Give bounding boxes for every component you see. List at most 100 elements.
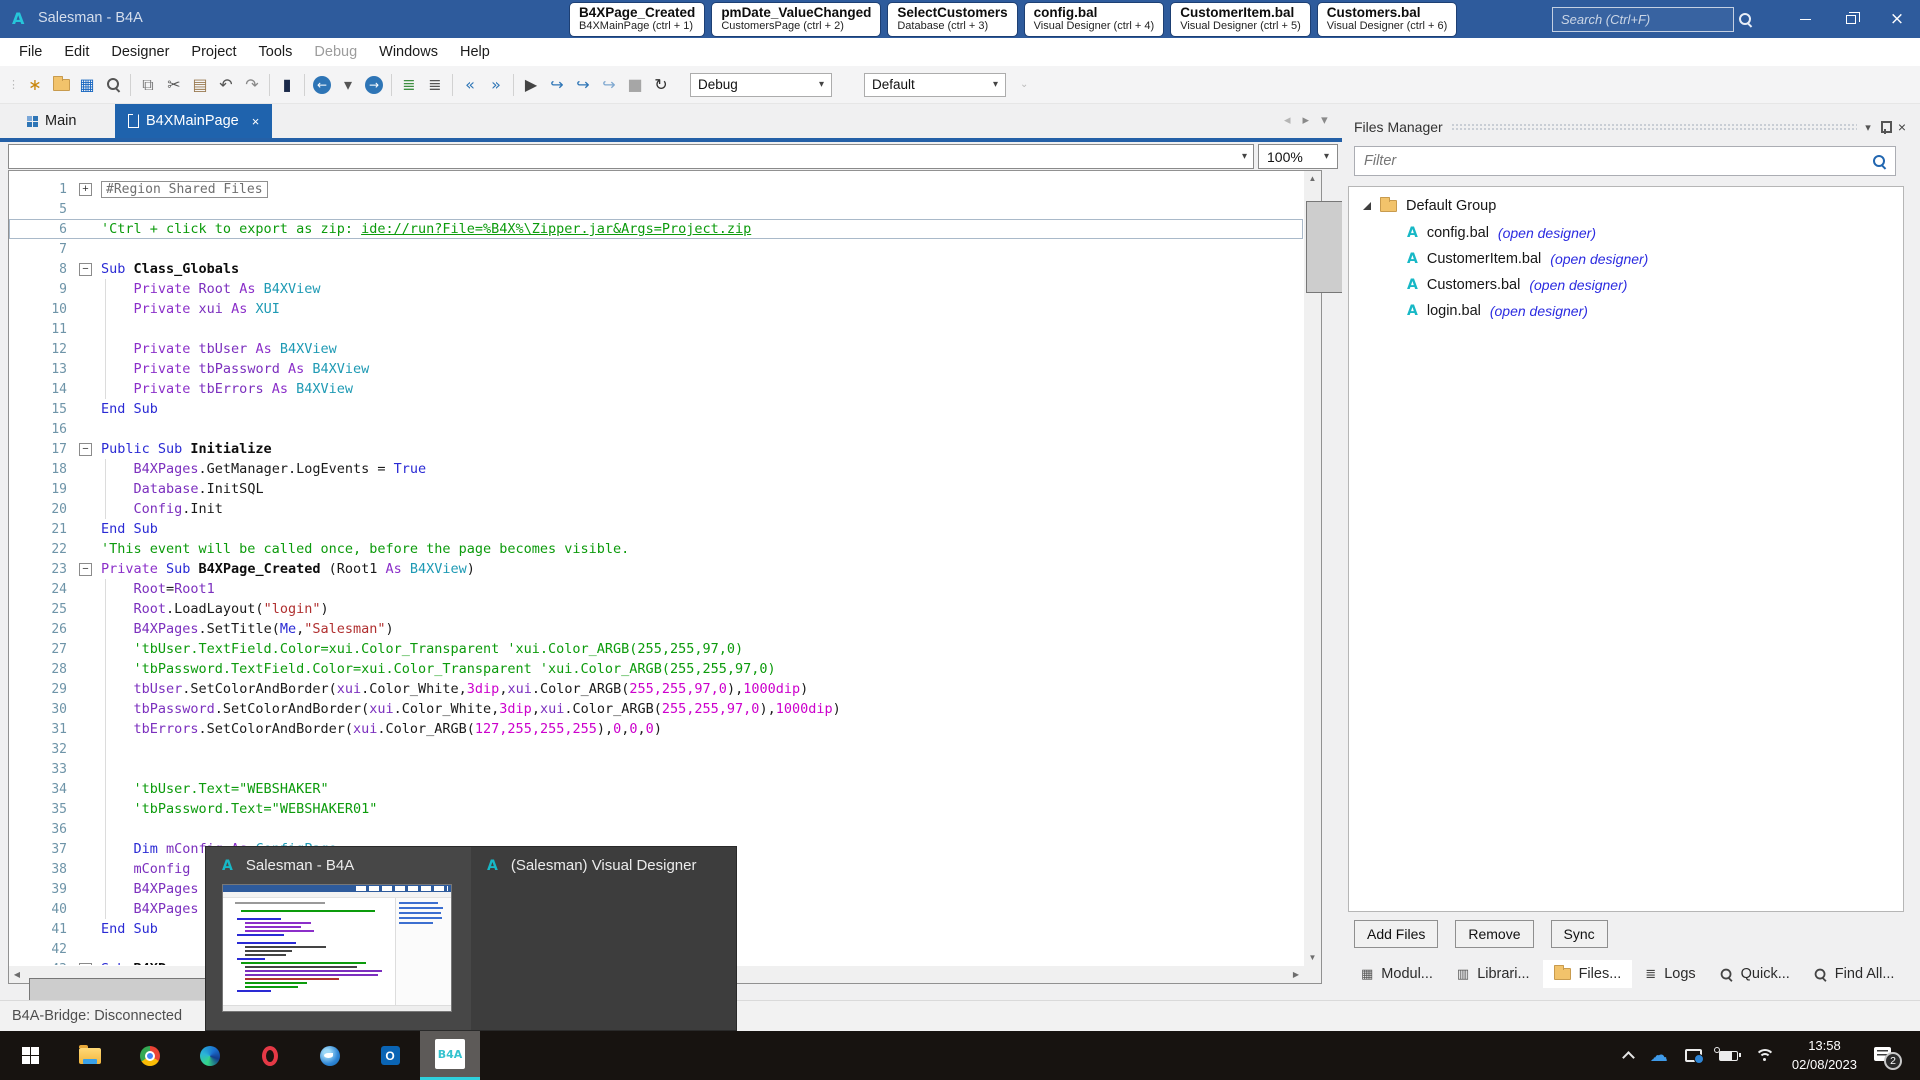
export-zip-link[interactable]: ide://run?File=%B4X%\Zipper.jar&Args=Pro… — [361, 221, 751, 237]
restart-icon[interactable]: ↻ — [648, 72, 674, 98]
filter-input[interactable] — [1364, 153, 1873, 169]
list-icon[interactable]: ≣ — [396, 72, 422, 98]
redo-icon[interactable]: ↷ — [239, 72, 265, 98]
tab-scroll-left-icon[interactable]: ◂ — [1284, 112, 1291, 128]
sync-button[interactable]: Sync — [1551, 920, 1608, 948]
minimize-button[interactable] — [1782, 0, 1828, 38]
clock[interactable]: 13:58 02/08/2023 — [1792, 1037, 1857, 1073]
panel-tab-librari[interactable]: ▥Librari... — [1446, 960, 1541, 988]
debug-mode-combo[interactable]: Debug▾ — [690, 73, 832, 97]
menu-debug[interactable]: Debug — [303, 44, 368, 60]
open-designer-link[interactable]: (open designer) — [1490, 303, 1588, 319]
scroll-left-icon[interactable]: ◀ — [9, 966, 25, 983]
vertical-scrollbar[interactable]: ▲ ▼ — [1304, 171, 1321, 966]
menu-tools[interactable]: Tools — [248, 44, 304, 60]
outdent-icon[interactable]: « — [457, 72, 483, 98]
taskbar-thunderbird-button[interactable] — [300, 1031, 360, 1080]
display-sync-icon[interactable] — [1685, 1049, 1702, 1062]
expand-arrow-icon[interactable] — [1363, 202, 1371, 210]
numlist-icon[interactable]: ≣ — [422, 72, 448, 98]
quick-tab-1[interactable]: B4XPage_CreatedB4XMainPage (ctrl + 1) — [570, 3, 704, 36]
notification-center-icon[interactable]: 2 — [1874, 1047, 1896, 1065]
save-icon[interactable]: ▦ — [74, 72, 100, 98]
menu-windows[interactable]: Windows — [368, 44, 449, 60]
taskbar-opera-button[interactable] — [240, 1031, 300, 1080]
menu-project[interactable]: Project — [180, 44, 247, 60]
file-item-Customers.bal[interactable]: ACustomers.bal(open designer) — [1407, 272, 1897, 298]
preview-pane-1[interactable]: ASalesman - B4A — [206, 847, 471, 1030]
quick-tab-3[interactable]: SelectCustomersDatabase (ctrl + 3) — [888, 3, 1016, 36]
build-config-combo[interactable]: Default▾ — [864, 73, 1006, 97]
open-designer-link[interactable]: (open designer) — [1498, 225, 1596, 241]
open-icon[interactable] — [48, 72, 74, 98]
wifi-icon[interactable] — [1755, 1049, 1775, 1062]
panel-tab-logs[interactable]: ≣Logs — [1634, 960, 1706, 988]
find-icon[interactable] — [100, 72, 126, 98]
search-input[interactable] — [1561, 12, 1739, 27]
chevron-up-icon[interactable] — [1622, 1051, 1635, 1064]
restore-button[interactable] — [1828, 0, 1874, 38]
search-icon[interactable] — [1739, 13, 1752, 26]
open-designer-link[interactable]: (open designer) — [1529, 277, 1627, 293]
back-icon[interactable]: ← — [309, 72, 335, 98]
panel-tab-modul[interactable]: ▦Modul... — [1350, 960, 1444, 988]
tab-scroll-right-icon[interactable]: ▸ — [1303, 112, 1310, 128]
stop-icon[interactable]: ■ — [622, 72, 648, 98]
undo-icon[interactable]: ↶ — [213, 72, 239, 98]
filter-search-icon[interactable] — [1873, 155, 1886, 168]
zoom-combo[interactable]: 100%▾ — [1258, 144, 1338, 169]
member-navigator-combo[interactable]: ▾ — [8, 144, 1254, 169]
panel-close-icon[interactable]: × — [1898, 119, 1906, 135]
file-item-config.bal[interactable]: Aconfig.bal(open designer) — [1407, 220, 1897, 246]
new-icon[interactable]: ∗ — [22, 72, 48, 98]
menu-designer[interactable]: Designer — [100, 44, 180, 60]
panel-tab-quick[interactable]: Quick... — [1709, 960, 1801, 988]
taskbar-start-button[interactable] — [0, 1031, 60, 1080]
cut-icon[interactable]: ✂ — [161, 72, 187, 98]
quick-tab-4[interactable]: config.balVisual Designer (ctrl + 4) — [1025, 3, 1164, 36]
taskbar-b4a-button[interactable]: B4A — [420, 1031, 480, 1080]
quick-tab-6[interactable]: Customers.balVisual Designer (ctrl + 6) — [1318, 3, 1457, 36]
paste-icon[interactable]: ▤ — [187, 72, 213, 98]
preview-pane-2[interactable]: A(Salesman) Visual Designer — [471, 847, 736, 1030]
fold-marker-icon[interactable]: − — [79, 263, 92, 276]
scroll-right-icon[interactable]: ▶ — [1288, 966, 1304, 983]
taskbar-chrome-button[interactable] — [120, 1031, 180, 1080]
window-thumbnail[interactable] — [222, 884, 452, 1012]
step-out-icon[interactable]: ↪ — [596, 72, 622, 98]
fold-marker-icon[interactable]: − — [79, 963, 92, 966]
taskbar-edge-button[interactable] — [180, 1031, 240, 1080]
pin-icon[interactable] — [1879, 120, 1890, 135]
file-item-CustomerItem.bal[interactable]: ACustomerItem.bal(open designer) — [1407, 246, 1897, 272]
bookmark-icon[interactable]: ▮ — [274, 72, 300, 98]
close-button[interactable]: × — [1874, 0, 1920, 38]
menu-edit[interactable]: Edit — [53, 44, 100, 60]
taskbar-outlook-button[interactable]: O — [360, 1031, 420, 1080]
taskbar-explorer-button[interactable] — [60, 1031, 120, 1080]
quick-tab-5[interactable]: CustomerItem.balVisual Designer (ctrl + … — [1171, 3, 1310, 36]
panel-tab-files[interactable]: Files... — [1543, 960, 1633, 988]
scroll-down-icon[interactable]: ▼ — [1304, 950, 1321, 966]
open-designer-link[interactable]: (open designer) — [1550, 251, 1648, 267]
add-files-button[interactable]: Add Files — [1354, 920, 1438, 948]
step-over-icon[interactable]: ↪ — [570, 72, 596, 98]
tab-list-dropdown-icon[interactable]: ▾ — [1321, 112, 1328, 128]
toolbar-overflow-icon[interactable]: ⌄ — [1020, 79, 1027, 90]
menu-file[interactable]: File — [8, 44, 53, 60]
window-icon[interactable]: ⧉ — [135, 72, 161, 98]
panel-tab-find all[interactable]: Find All... — [1803, 960, 1906, 988]
step-into-icon[interactable]: ↪ — [544, 72, 570, 98]
fold-marker-icon[interactable]: − — [79, 443, 92, 456]
fold-marker-icon[interactable]: + — [79, 183, 92, 196]
fold-marker-icon[interactable]: − — [79, 563, 92, 576]
run-icon[interactable]: ▶ — [518, 72, 544, 98]
battery-icon[interactable] — [1719, 1051, 1738, 1061]
forward-icon[interactable]: → — [361, 72, 387, 98]
dropdown-icon[interactable]: ▾ — [335, 72, 361, 98]
quick-tab-2[interactable]: pmDate_ValueChangedCustomersPage (ctrl +… — [712, 3, 880, 36]
menu-help[interactable]: Help — [449, 44, 501, 60]
panel-menu-icon[interactable]: ▾ — [1865, 121, 1871, 134]
tab-b4xmainpage[interactable]: B4XMainPage× — [115, 104, 272, 138]
indent-icon[interactable]: » — [483, 72, 509, 98]
onedrive-icon[interactable]: ☁ — [1650, 1045, 1668, 1066]
